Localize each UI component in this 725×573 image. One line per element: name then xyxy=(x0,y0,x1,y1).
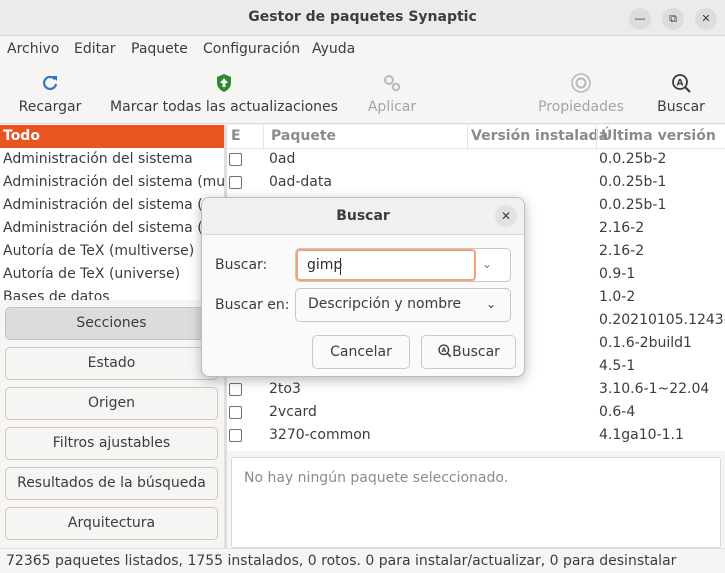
close-icon: ✕ xyxy=(701,12,711,25)
architecture-button[interactable]: Arquitectura xyxy=(5,507,218,540)
chevron-down-icon: ⌄ xyxy=(486,297,497,311)
package-checkbox[interactable] xyxy=(229,429,242,442)
table-row[interactable]: 0ad 0.0.25b-2 xyxy=(227,149,725,172)
category-item[interactable]: Autoría de TeX (universe) xyxy=(0,263,224,286)
search-in-select[interactable]: Descripción y nombre ⌄ xyxy=(295,288,511,322)
menu-bar: Archivo Editar Paquete Configuración Ayu… xyxy=(0,36,725,64)
column-separator xyxy=(596,125,597,149)
filter-buttons: Secciones Estado Origen Filtros ajustabl… xyxy=(0,300,224,548)
search-combo: gimp ⌄ xyxy=(295,248,511,282)
maximize-button[interactable]: ⧉ xyxy=(662,8,684,30)
svg-text:A: A xyxy=(677,79,684,89)
table-row[interactable]: 2to3 3.10.6-1~22.04 xyxy=(227,379,725,402)
search-toolbar-button[interactable]: A Buscar xyxy=(652,64,710,122)
menu-archivo[interactable]: Archivo xyxy=(7,41,59,57)
dialog-title: Buscar xyxy=(336,208,390,224)
search-label: Buscar: xyxy=(215,257,268,273)
maximize-icon: ⧉ xyxy=(669,12,677,25)
chevron-down-icon[interactable]: ⌄ xyxy=(482,257,492,271)
toolbar: Recargar Marcar todas las actualizacione… xyxy=(0,64,725,124)
origin-button[interactable]: Origen xyxy=(5,387,218,420)
close-button[interactable]: ✕ xyxy=(695,8,717,30)
search-icon: A xyxy=(438,344,452,358)
upgrade-shield-icon xyxy=(217,74,231,92)
menu-editar[interactable]: Editar xyxy=(74,41,115,57)
close-icon: ✕ xyxy=(500,209,512,223)
search-results-button[interactable]: Resultados de la búsqueda xyxy=(5,467,218,500)
category-item[interactable]: Todo xyxy=(0,125,224,148)
search-input[interactable]: gimp xyxy=(296,249,476,281)
properties-icon xyxy=(571,73,591,93)
properties-button[interactable]: Propiedades xyxy=(532,64,630,122)
custom-filters-button[interactable]: Filtros ajustables xyxy=(5,427,218,460)
category-item[interactable]: Administración del sistema xyxy=(0,148,224,171)
menu-configuracion[interactable]: Configuración xyxy=(203,41,300,57)
reload-button[interactable]: Recargar xyxy=(10,64,90,122)
category-list: Todo Administración del sistema Administ… xyxy=(0,125,224,300)
table-header: E Paquete Versión instalada Última versi… xyxy=(227,125,725,149)
apply-button[interactable]: Aplicar xyxy=(358,64,426,122)
window-title: Gestor de paquetes Synaptic xyxy=(248,9,477,25)
category-item[interactable]: Administración del sistema (restricted) xyxy=(0,194,224,217)
dialog-header: Buscar ✕ xyxy=(202,198,524,235)
package-checkbox[interactable] xyxy=(229,153,242,166)
status-button[interactable]: Estado xyxy=(5,347,218,380)
column-package[interactable]: Paquete xyxy=(271,128,336,144)
search-in-label: Buscar en: xyxy=(215,297,290,313)
table-row[interactable]: 2vcard 0.6-4 xyxy=(227,402,725,425)
minimize-button[interactable]: — xyxy=(629,8,651,30)
category-item[interactable]: Bases de datos xyxy=(0,286,224,300)
sections-button[interactable]: Secciones xyxy=(5,307,218,340)
category-item[interactable]: Administración del sistema (multiverse) xyxy=(0,171,224,194)
search-confirm-button[interactable]: A Buscar xyxy=(421,335,516,369)
table-row[interactable]: 0ad-data 0.0.25b-1 xyxy=(227,172,725,195)
menu-paquete[interactable]: Paquete xyxy=(131,41,188,57)
mark-all-upgrades-button[interactable]: Marcar todas las actualizaciones xyxy=(110,64,338,122)
package-checkbox[interactable] xyxy=(229,406,242,419)
status-bar: 72365 paquetes listados, 1755 instalados… xyxy=(0,548,725,573)
gears-icon xyxy=(384,75,401,92)
category-item[interactable]: Administración del sistema (universe) xyxy=(0,217,224,240)
cancel-button[interactable]: Cancelar xyxy=(312,335,410,369)
dialog-close-button[interactable]: ✕ xyxy=(495,205,517,227)
search-dialog: Buscar ✕ Buscar: gimp ⌄ Buscar en: Descr… xyxy=(201,197,525,377)
package-checkbox[interactable] xyxy=(229,176,242,189)
category-item[interactable]: Autoría de TeX (multiverse) xyxy=(0,240,224,263)
title-bar: Gestor de paquetes Synaptic — ⧉ ✕ xyxy=(0,0,725,36)
svg-text:A: A xyxy=(442,347,447,354)
no-package-selected-text: No hay ningún paquete seleccionado. xyxy=(244,470,509,486)
column-latest-version[interactable]: Última versión xyxy=(601,128,716,144)
table-row[interactable]: 3270-common 4.1ga10-1.1 xyxy=(227,425,725,448)
column-separator xyxy=(263,125,264,149)
column-separator xyxy=(467,125,468,149)
text-cursor xyxy=(340,258,341,275)
column-installed-version[interactable]: Versión instalada xyxy=(471,128,608,144)
package-details: No hay ningún paquete seleccionado. xyxy=(231,457,721,548)
minimize-icon: — xyxy=(634,12,646,25)
menu-ayuda[interactable]: Ayuda xyxy=(312,41,355,57)
reload-icon xyxy=(43,75,58,91)
search-icon: A xyxy=(672,74,691,93)
status-text: 72365 paquetes listados, 1755 instalados… xyxy=(6,553,677,569)
column-e[interactable]: E xyxy=(231,128,241,144)
package-checkbox[interactable] xyxy=(229,383,242,396)
